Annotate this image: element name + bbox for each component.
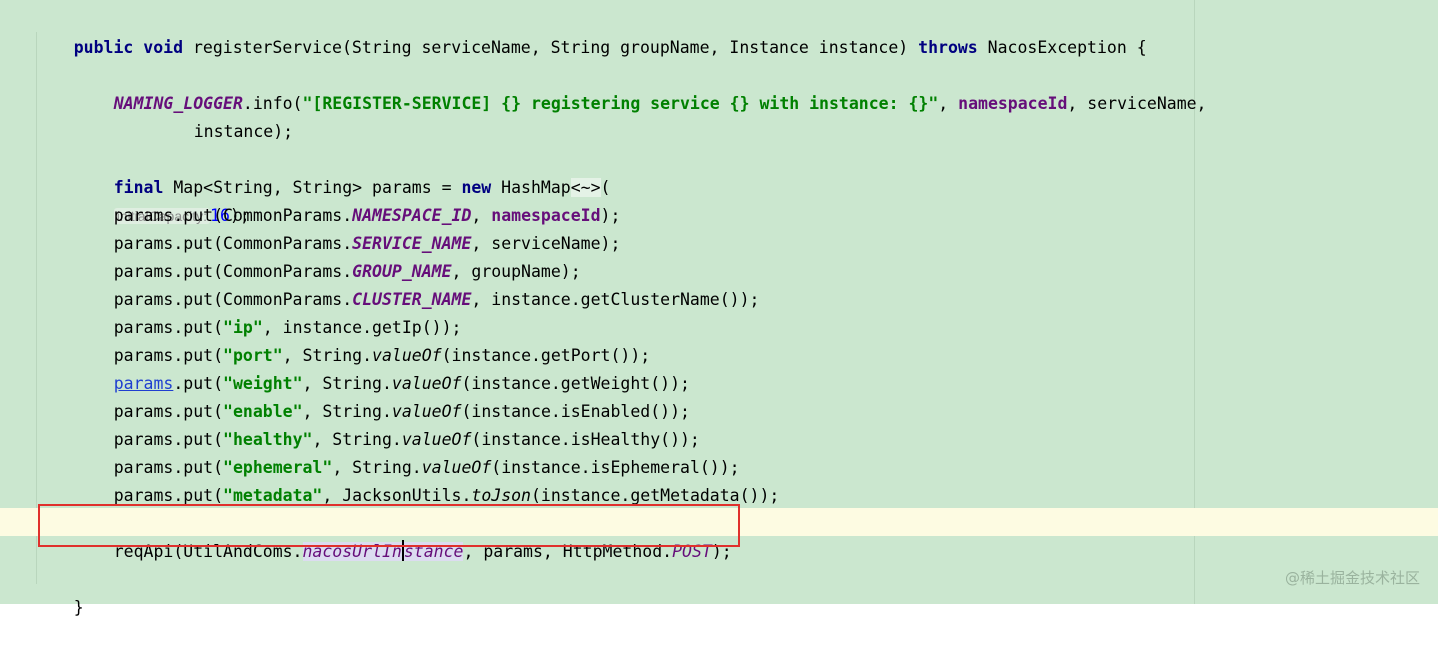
code-text: instance);	[193, 122, 294, 141]
code-text: (instance.getMetadata());	[531, 486, 780, 505]
code-line-7[interactable]: params.put(CommonParams.GROUP_NAME, grou…	[74, 230, 581, 281]
indent-guide	[36, 32, 37, 584]
string-literal: "metadata"	[223, 486, 323, 505]
string-literal: "[REGISTER-SERVICE] {} registering servi…	[302, 94, 939, 113]
field-ref: namespaceId	[958, 94, 1068, 113]
code-line-2[interactable]: NAMING_LOGGER.info("[REGISTER-SERVICE] {…	[74, 62, 1207, 113]
code-text: , instance.getClusterName());	[471, 290, 760, 309]
keyword: public void	[73, 38, 184, 57]
code-line-13[interactable]: params.put("healthy", String.valueOf(ins…	[74, 398, 700, 449]
code-line-14[interactable]: params.put("ephemeral", String.valueOf(i…	[74, 426, 740, 477]
code-line-9[interactable]: params.put("ip", instance.getIp());	[74, 286, 462, 337]
code-line-10[interactable]: params.put("port", String.valueOf(instan…	[74, 314, 650, 365]
code-line-1[interactable]: public void registerService(String servi…	[34, 6, 1147, 57]
watermark: @稀土掘金技术社区	[1284, 569, 1420, 587]
code-text: ,	[938, 94, 959, 113]
static-method: toJson	[471, 486, 531, 505]
code-text: params.put(	[113, 486, 224, 505]
code-line-12[interactable]: params.put("enable", String.valueOf(inst…	[74, 370, 690, 421]
code-text: , serviceName,	[1067, 94, 1207, 113]
code-line-5[interactable]: params.put(CommonParams.NAMESPACE_ID, na…	[74, 174, 621, 225]
code-text: NacosException {	[977, 38, 1147, 57]
code-text: }	[73, 598, 84, 617]
code-line-3[interactable]: instance);	[154, 90, 293, 141]
code-editor[interactable]: public void registerService(String servi…	[0, 0, 1438, 617]
code-line-6[interactable]: params.put(CommonParams.SERVICE_NAME, se…	[74, 202, 621, 253]
code-text: registerService(String serviceName, Stri…	[183, 38, 919, 57]
code-line-4[interactable]: final Map<String, String> params = new H…	[74, 146, 610, 225]
highlight-box	[38, 504, 740, 547]
code-line-15[interactable]: params.put("metadata", JacksonUtils.toJs…	[74, 454, 780, 505]
keyword: throws	[918, 38, 978, 57]
code-line-11[interactable]: params.put("weight", String.valueOf(inst…	[74, 342, 690, 393]
code-line-8[interactable]: params.put(CommonParams.CLUSTER_NAME, in…	[74, 258, 760, 309]
code-text: , JacksonUtils.	[322, 486, 472, 505]
code-line-17[interactable]: }	[34, 566, 84, 617]
